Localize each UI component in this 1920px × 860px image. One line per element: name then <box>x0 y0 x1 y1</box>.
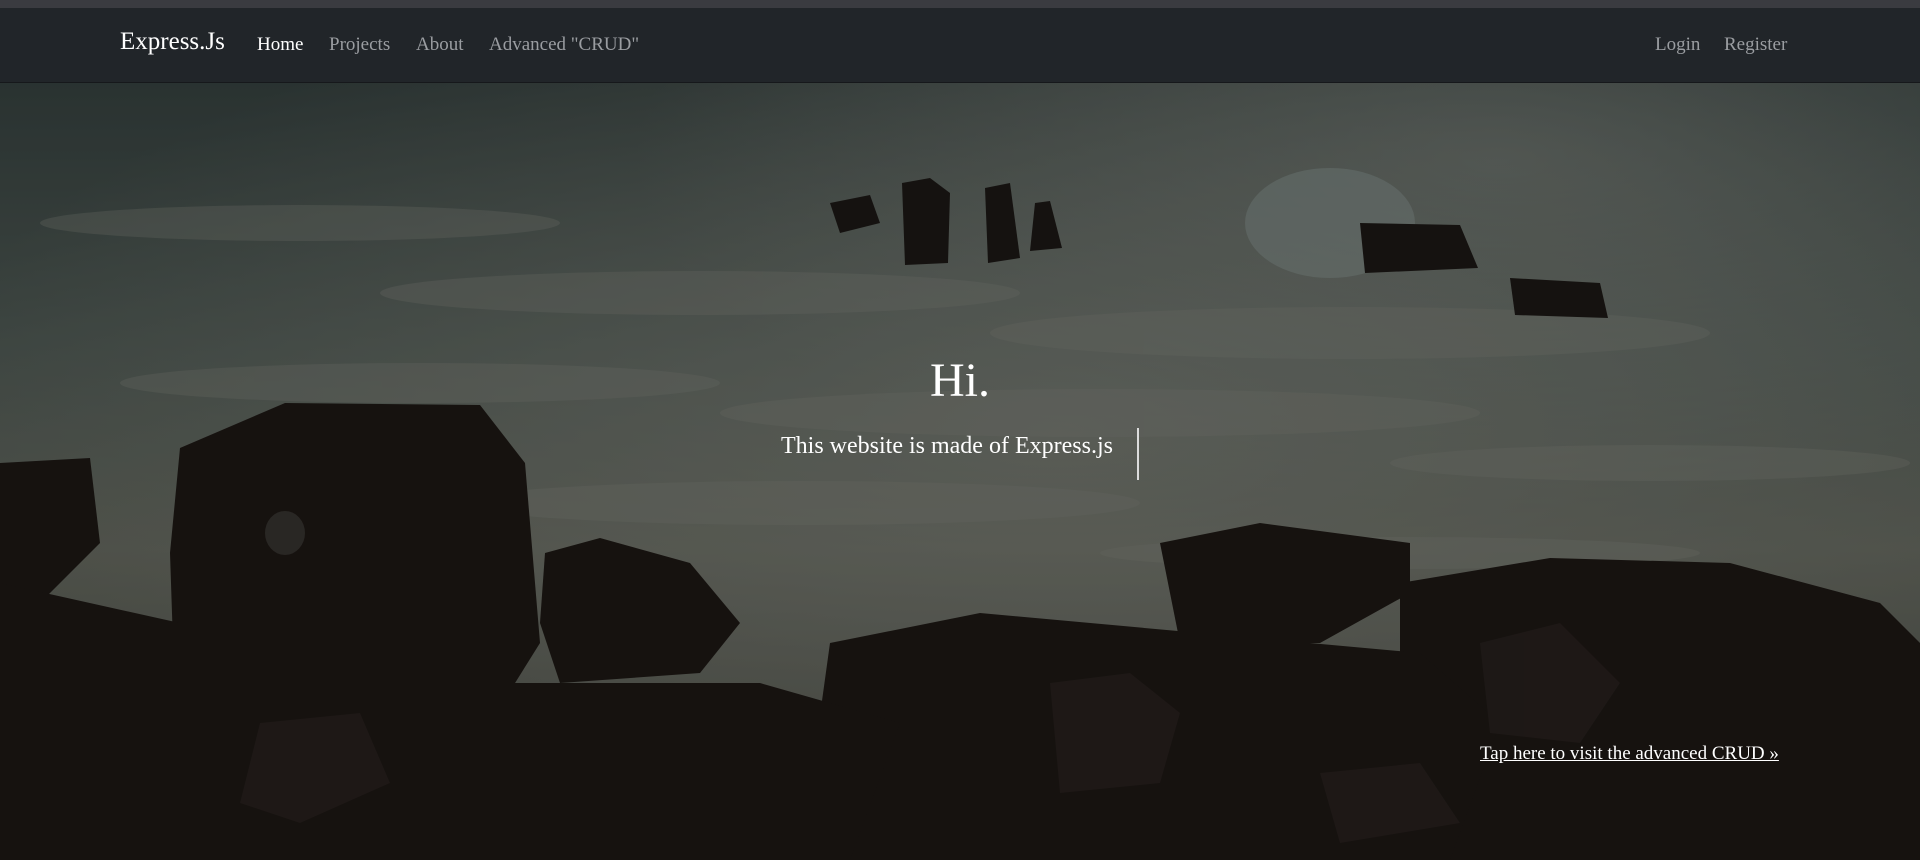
nav-link-projects[interactable]: Projects <box>329 34 390 56</box>
typing-caret <box>1137 428 1139 480</box>
brand-link[interactable]: Express.Js <box>120 28 225 56</box>
navbar: Express.Js Home Projects About Advanced … <box>0 8 1920 83</box>
advanced-crud-link[interactable]: Tap here to visit the advanced CRUD » <box>1480 743 1779 765</box>
hero-section: Hi. This website is made of Express.js T… <box>0 83 1920 860</box>
nav-link-advanced-crud[interactable]: Advanced "CRUD" <box>489 34 639 56</box>
hero-headline: Hi. <box>930 354 990 407</box>
nav-link-home[interactable]: Home <box>257 34 303 56</box>
hero-tagline: This website is made of Express.js <box>781 433 1113 459</box>
nav-link-about[interactable]: About <box>416 34 464 56</box>
nav-link-login[interactable]: Login <box>1655 34 1700 56</box>
nav-link-register[interactable]: Register <box>1724 34 1787 56</box>
